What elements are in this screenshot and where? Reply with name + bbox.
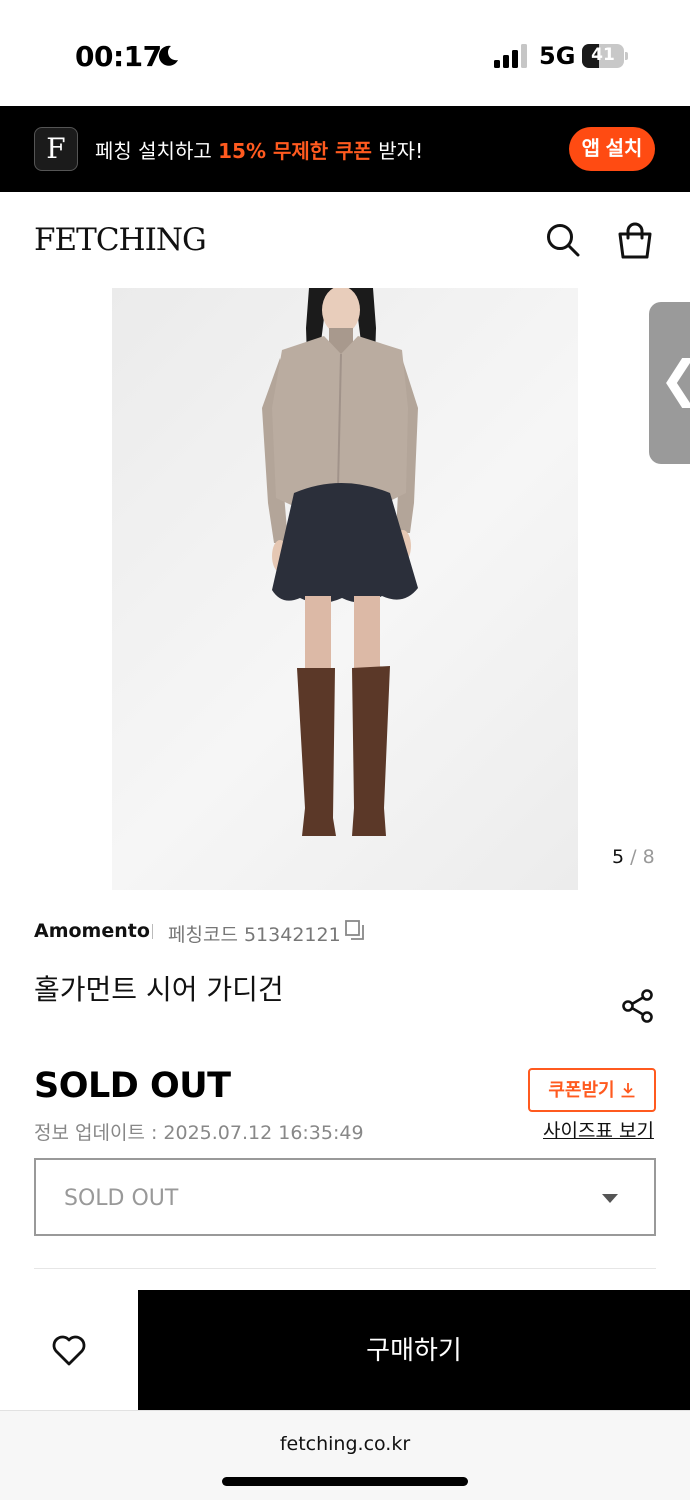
search-icon[interactable] — [545, 222, 581, 258]
moon-icon — [158, 45, 178, 66]
app-promo-banner[interactable]: F 페칭 설치하고 15% 무제한 쿠폰 받자! 앱 설치 — [0, 106, 690, 192]
dropdown-arrow-icon — [602, 1194, 618, 1203]
heart-icon[interactable] — [51, 1333, 87, 1367]
divider — [34, 1268, 656, 1269]
site-logo[interactable]: FETCHING — [34, 222, 207, 258]
brand-name[interactable]: Amomento — [34, 920, 150, 942]
chevron-left-icon: ❮ — [659, 350, 690, 408]
image-counter: 5 / 8 — [612, 846, 655, 868]
image-counter-total: 8 — [642, 846, 655, 868]
home-indicator[interactable] — [222, 1477, 468, 1486]
image-counter-separator: / — [624, 846, 643, 868]
product-image[interactable] — [112, 288, 578, 890]
browser-address-bar[interactable]: fetching.co.kr — [0, 1410, 690, 1500]
divider — [152, 924, 153, 939]
url-text[interactable]: fetching.co.kr — [0, 1433, 690, 1455]
cellular-signal-icon — [494, 44, 527, 68]
status-time: 00:17 — [75, 40, 162, 73]
side-drawer-tab[interactable]: ❮ — [649, 302, 690, 464]
image-counter-current: 5 — [612, 846, 625, 868]
model-photo — [262, 288, 418, 836]
fetching-app-logo: F — [34, 127, 78, 171]
copy-icon[interactable] — [344, 919, 366, 941]
get-coupon-button[interactable]: 쿠폰받기 — [528, 1068, 656, 1112]
buy-button[interactable]: 구매하기 — [138, 1290, 690, 1410]
share-icon[interactable] — [620, 988, 656, 1024]
network-type: 5G — [539, 42, 576, 70]
info-update-time: 정보 업데이트 : 2025.07.12 16:35:49 — [34, 1122, 364, 1144]
shopping-bag-icon[interactable] — [616, 222, 654, 260]
option-select-value: SOLD OUT — [64, 1186, 179, 1211]
promo-text-highlight: 15% 무제한 쿠폰 — [218, 139, 372, 163]
download-icon — [621, 1083, 635, 1098]
status-bar: 00:17 5G 41 — [0, 0, 690, 106]
promo-text: 페칭 설치하고 15% 무제한 쿠폰 받자! — [95, 135, 423, 164]
coupon-label: 쿠폰받기 — [548, 1080, 615, 1100]
price-status: SOLD OUT — [34, 1066, 231, 1106]
battery-level: 41 — [591, 45, 615, 65]
promo-text-before: 페칭 설치하고 — [95, 139, 219, 163]
fetching-code: 페칭코드 51342121 — [168, 924, 341, 946]
size-chart-link[interactable]: 사이즈표 보기 — [543, 1116, 654, 1143]
product-title: 홀가먼트 시어 가디건 — [34, 973, 284, 1006]
install-app-button[interactable]: 앱 설치 — [569, 127, 655, 171]
option-select[interactable]: SOLD OUT — [34, 1158, 656, 1236]
battery-icon: 41 — [582, 44, 628, 68]
promo-text-after: 받자! — [371, 139, 424, 163]
